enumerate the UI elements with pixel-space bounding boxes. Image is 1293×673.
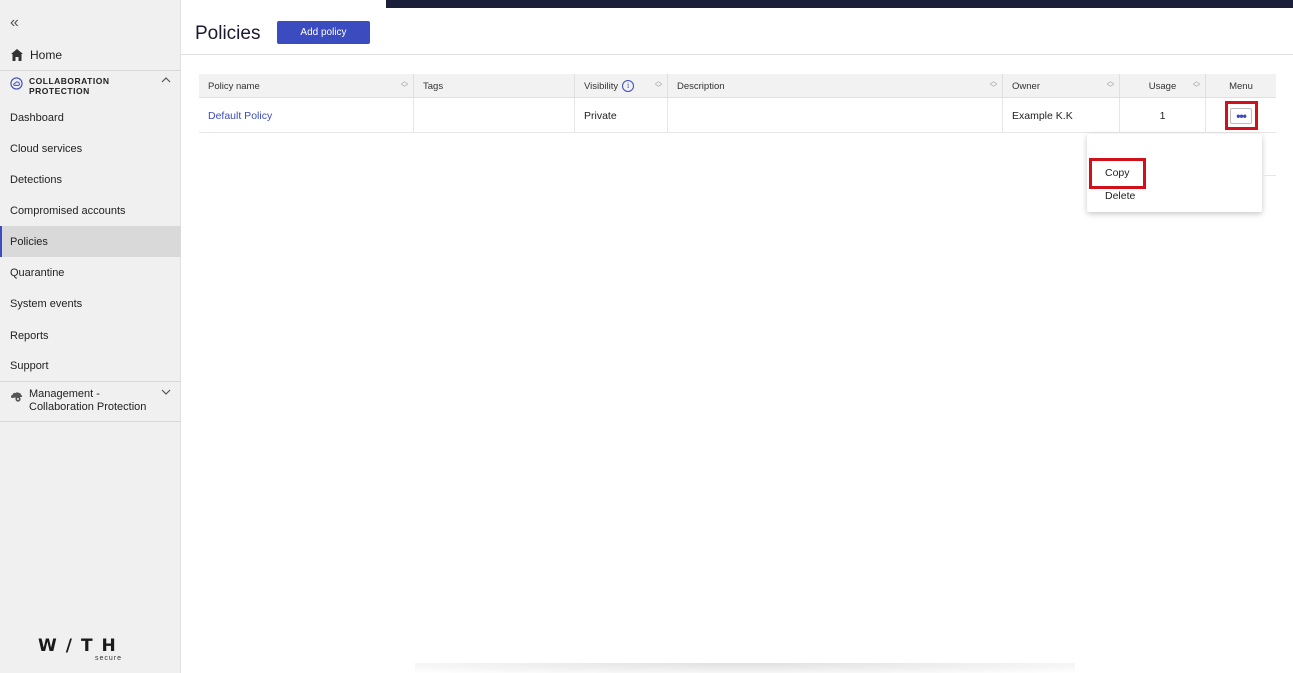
sort-icon[interactable]: ︿ ﹀ xyxy=(401,78,408,92)
table-header: Policy name ︿ ﹀ Tags Visibility i ︿ ﹀ Desc… xyxy=(199,74,1276,98)
sidebar-item-compromised-accounts[interactable]: Compromised accounts xyxy=(0,195,181,226)
sidebar-item-home[interactable]: Home xyxy=(10,46,62,64)
sort-icon[interactable]: ︿ ﹀ xyxy=(990,78,997,92)
owner-cell: Example K.K xyxy=(1003,98,1120,133)
section-collaboration-protection[interactable]: COLLABORATION PROTECTION xyxy=(10,76,175,96)
top-bar xyxy=(386,0,1293,8)
add-policy-button[interactable]: Add policy xyxy=(277,21,370,44)
chevron-up-icon[interactable] xyxy=(161,76,171,84)
page-title: Policies xyxy=(195,23,261,44)
column-header-description[interactable]: Description ︿ ﹀ xyxy=(668,74,1003,98)
column-header-usage[interactable]: Usage ︿ ﹀ xyxy=(1120,74,1206,98)
divider xyxy=(0,381,181,382)
sidebar-item-label: Home xyxy=(30,48,63,62)
tags-cell xyxy=(414,98,575,133)
visibility-cell: Private xyxy=(575,98,668,133)
home-icon xyxy=(11,49,23,61)
cloud-shield-icon xyxy=(10,77,23,90)
column-header-visibility[interactable]: Visibility i ︿ ﹀ xyxy=(575,74,668,98)
table-row: Default Policy Private Example K.K 1 ••• xyxy=(199,98,1276,133)
collapse-sidebar-icon[interactable]: « xyxy=(10,14,19,32)
divider xyxy=(0,421,181,422)
sort-icon[interactable]: ︿ ﹀ xyxy=(655,78,662,92)
menu-item-delete[interactable]: Delete xyxy=(1105,190,1135,202)
sort-icon[interactable]: ︿ ﹀ xyxy=(1107,78,1114,92)
divider xyxy=(181,54,1293,55)
highlight-box-menu xyxy=(1225,101,1258,130)
policy-name-link[interactable]: Default Policy xyxy=(199,98,414,133)
sort-icon[interactable]: ︿ ﹀ xyxy=(1193,78,1200,92)
sidebar-item-support[interactable]: Support xyxy=(0,350,181,381)
section-label: COLLABORATION PROTECTION xyxy=(29,76,110,96)
sidebar: « Home COLLABORATION PROTECTION Dashboar… xyxy=(0,0,181,673)
withsecure-logo: W/TH secure xyxy=(38,636,125,662)
usage-cell: 1 xyxy=(1120,98,1206,133)
sidebar-item-management[interactable]: Management - Collaboration Protection xyxy=(10,388,175,414)
sidebar-item-cloud-services[interactable]: Cloud services xyxy=(0,133,181,164)
chevron-down-icon[interactable] xyxy=(161,388,171,396)
info-icon[interactable]: i xyxy=(622,80,635,92)
management-label: Management - Collaboration Protection xyxy=(29,388,147,413)
policies-table: Policy name ︿ ﹀ Tags Visibility i ︿ ﹀ Desc… xyxy=(199,74,1276,133)
bottom-shadow xyxy=(415,663,1075,673)
highlight-box-copy xyxy=(1089,158,1146,189)
description-cell xyxy=(668,98,1003,133)
sidebar-item-quarantine[interactable]: Quarantine xyxy=(0,257,181,288)
column-header-owner[interactable]: Owner ︿ ﹀ xyxy=(1003,74,1120,98)
column-header-menu: Menu xyxy=(1229,80,1253,92)
cloud-gear-icon xyxy=(11,392,23,402)
divider xyxy=(1262,175,1276,176)
divider xyxy=(0,70,181,71)
sidebar-item-detections[interactable]: Detections xyxy=(0,164,181,195)
column-header-tags: Tags xyxy=(414,74,575,98)
sidebar-item-policies[interactable]: Policies xyxy=(0,226,181,257)
sidebar-item-system-events[interactable]: System events xyxy=(0,288,181,319)
column-header-policy-name[interactable]: Policy name ︿ ﹀ xyxy=(199,74,414,98)
sidebar-item-reports[interactable]: Reports xyxy=(0,320,181,351)
sidebar-item-dashboard[interactable]: Dashboard xyxy=(0,102,181,133)
